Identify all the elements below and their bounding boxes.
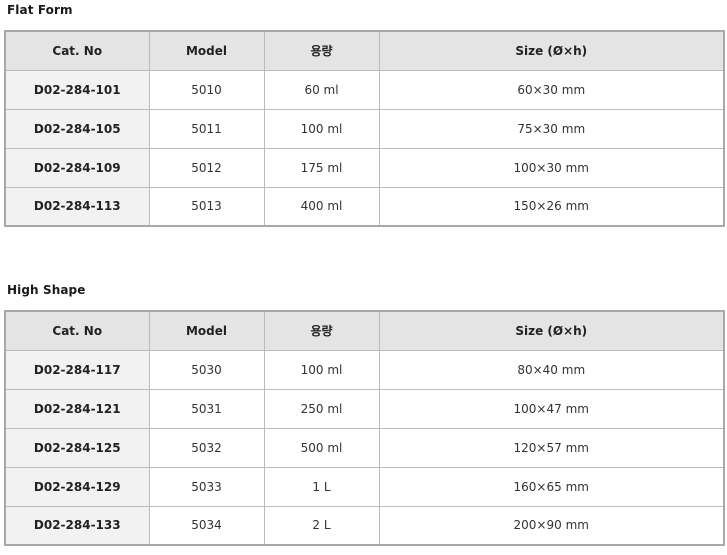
- model-cell: 5010: [148, 69, 265, 110]
- header-model: Model: [148, 30, 265, 71]
- model-cell: 5030: [148, 349, 265, 390]
- header-capacity: 용량: [263, 30, 380, 71]
- capacity-cell: 500 ml: [263, 427, 380, 468]
- cat-no-cell: D02-284-117: [4, 349, 150, 390]
- size-cell: 100×30 mm: [378, 147, 725, 188]
- capacity-cell: 2 L: [263, 505, 380, 546]
- cat-no-cell: D02-284-133: [4, 505, 150, 546]
- model-cell: 5031: [148, 388, 265, 429]
- size-cell: 100×47 mm: [378, 388, 725, 429]
- table-row: D02-284-117 5030 100 ml 80×40 mm: [4, 349, 725, 390]
- model-cell: 5032: [148, 427, 265, 468]
- size-cell: 160×65 mm: [378, 466, 725, 507]
- size-cell: 120×57 mm: [378, 427, 725, 468]
- header-cat-no: Cat. No: [4, 30, 150, 71]
- capacity-cell: 1 L: [263, 466, 380, 507]
- high-shape-table: Cat. No Model 용량 Size (Ø×h) D02-284-117 …: [4, 310, 725, 546]
- model-cell: 5013: [148, 186, 265, 227]
- cat-no-cell: D02-284-109: [4, 147, 150, 188]
- model-cell: 5011: [148, 108, 265, 149]
- header-size: Size (Ø×h): [378, 310, 725, 351]
- capacity-cell: 100 ml: [263, 108, 380, 149]
- header-model: Model: [148, 310, 265, 351]
- cat-no-cell: D02-284-129: [4, 466, 150, 507]
- cat-no-cell: D02-284-113: [4, 186, 150, 227]
- model-cell: 5012: [148, 147, 265, 188]
- table-row: D02-284-129 5033 1 L 160×65 mm: [4, 466, 725, 507]
- table-header-row: Cat. No Model 용량 Size (Ø×h): [4, 30, 725, 71]
- table-row: D02-284-121 5031 250 ml 100×47 mm: [4, 388, 725, 429]
- size-cell: 200×90 mm: [378, 505, 725, 546]
- header-cat-no: Cat. No: [4, 310, 150, 351]
- cat-no-cell: D02-284-101: [4, 69, 150, 110]
- high-shape-title: High Shape: [7, 283, 86, 297]
- size-cell: 150×26 mm: [378, 186, 725, 227]
- model-cell: 5033: [148, 466, 265, 507]
- size-cell: 75×30 mm: [378, 108, 725, 149]
- table-row: D02-284-133 5034 2 L 200×90 mm: [4, 505, 725, 546]
- capacity-cell: 400 ml: [263, 186, 380, 227]
- flat-form-title: Flat Form: [7, 3, 73, 17]
- table-row: D02-284-105 5011 100 ml 75×30 mm: [4, 108, 725, 149]
- table-row: D02-284-113 5013 400 ml 150×26 mm: [4, 186, 725, 227]
- table-row: D02-284-125 5032 500 ml 120×57 mm: [4, 427, 725, 468]
- cat-no-cell: D02-284-125: [4, 427, 150, 468]
- flat-form-table: Cat. No Model 용량 Size (Ø×h) D02-284-101 …: [4, 30, 725, 227]
- size-cell: 60×30 mm: [378, 69, 725, 110]
- capacity-cell: 100 ml: [263, 349, 380, 390]
- table-row: D02-284-101 5010 60 ml 60×30 mm: [4, 69, 725, 110]
- header-size: Size (Ø×h): [378, 30, 725, 71]
- size-cell: 80×40 mm: [378, 349, 725, 390]
- cat-no-cell: D02-284-105: [4, 108, 150, 149]
- capacity-cell: 250 ml: [263, 388, 380, 429]
- table-header-row: Cat. No Model 용량 Size (Ø×h): [4, 310, 725, 351]
- header-capacity: 용량: [263, 310, 380, 351]
- cat-no-cell: D02-284-121: [4, 388, 150, 429]
- table-row: D02-284-109 5012 175 ml 100×30 mm: [4, 147, 725, 188]
- model-cell: 5034: [148, 505, 265, 546]
- capacity-cell: 175 ml: [263, 147, 380, 188]
- capacity-cell: 60 ml: [263, 69, 380, 110]
